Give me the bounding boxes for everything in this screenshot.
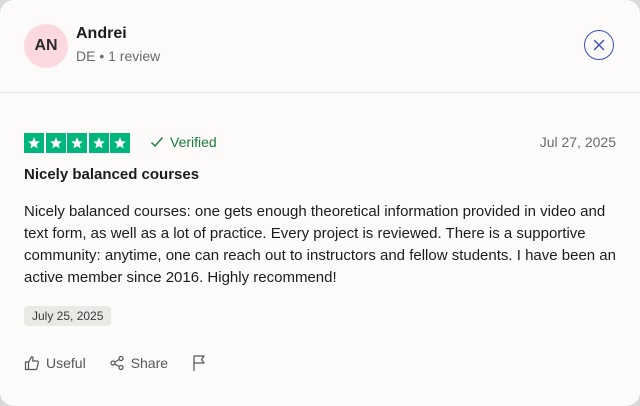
useful-label: Useful [46,355,86,371]
star-icon [24,133,44,153]
verified-badge: Verified [150,134,217,150]
close-icon [593,39,605,51]
useful-button[interactable]: Useful [24,355,86,371]
reviewer-name[interactable]: Andrei [76,25,127,43]
flag-icon [193,355,205,371]
review-date: Jul 27, 2025 [539,134,616,150]
verified-label: Verified [170,134,217,150]
star-rating [24,133,130,153]
reviewer-header: AN Andrei DE • 1 review [0,0,640,93]
report-button[interactable] [191,354,207,372]
review-title: Nicely balanced courses [24,166,200,183]
star-icon [88,133,109,153]
review-dialog: AN Andrei DE • 1 review Verified Jul 27,… [0,0,640,406]
close-button[interactable] [584,30,614,60]
experience-date-badge: July 25, 2025 [24,306,112,326]
star-icon [45,133,66,153]
thumbs-up-icon [24,356,39,371]
reviewer-meta: DE • 1 review [76,48,161,64]
avatar: AN [24,24,68,68]
review-actions: Useful Share [24,354,207,372]
star-icon [110,133,130,153]
review-body: Nicely balanced courses: one gets enough… [24,203,616,286]
share-label: Share [130,355,169,371]
share-icon [110,355,124,371]
star-icon [67,133,87,153]
check-icon [151,137,164,148]
share-button[interactable]: Share [109,355,168,371]
